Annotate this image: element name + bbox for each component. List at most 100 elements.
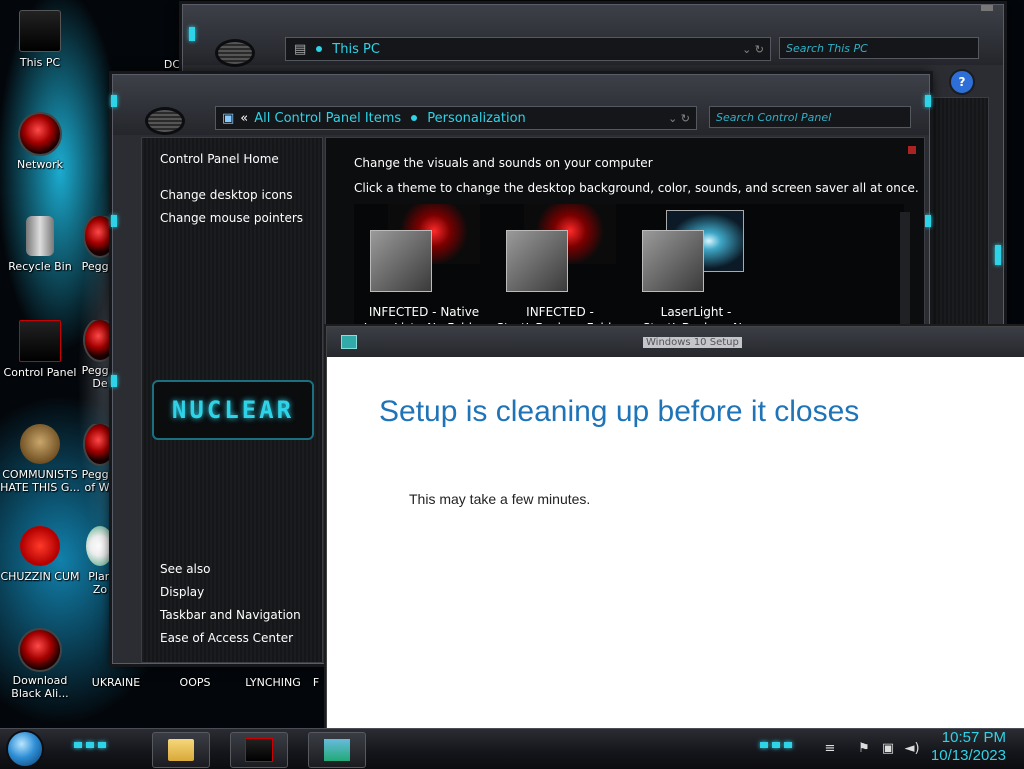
personalization-subheading: Click a theme to change the desktop back… (354, 181, 919, 195)
control-panel-search-input[interactable]: Search Control Panel (709, 106, 911, 128)
ease-of-access-link[interactable]: Ease of Access Center (160, 631, 293, 645)
desktop-icon-label: Download Black Ali... (11, 674, 69, 700)
indicator-light (189, 27, 195, 41)
caption-icon[interactable] (981, 5, 993, 11)
desktop-icon-communists[interactable]: COMMUNISTS HATE THIS G... (0, 424, 80, 494)
peggle-icon (85, 320, 115, 360)
setup-message: This may take a few minutes. (409, 491, 591, 507)
show-hidden-icons[interactable]: ≡ (822, 741, 838, 757)
setup-window-title: Windows 10 Setup (643, 337, 742, 348)
indicator-light (86, 742, 94, 748)
breadcrumb-all-items[interactable]: All Control Panel Items (254, 111, 401, 126)
close-mini-icon[interactable] (908, 146, 916, 154)
nuclear-logo-text: NUCLEAR (171, 396, 295, 424)
indicator-light (111, 95, 117, 107)
theme-preview (626, 204, 766, 300)
personalization-heading: Change the visuals and sounds on your co… (354, 156, 653, 170)
money-bag-icon (20, 424, 60, 464)
desktop-icon-label: Recycle Bin (8, 260, 72, 273)
theme-glass-swatch (506, 230, 568, 292)
theme-glass-swatch (370, 230, 432, 292)
indicator-light (784, 742, 792, 748)
volume-icon[interactable]: ◄) (904, 741, 920, 757)
desktop-icon-control-panel[interactable]: Control Panel (0, 320, 80, 379)
desktop-icon-network[interactable]: Network (0, 114, 80, 171)
back-button[interactable] (145, 107, 185, 135)
indicator-light (760, 742, 768, 748)
taskbar-control-panel[interactable] (230, 732, 288, 768)
start-button[interactable] (8, 732, 42, 766)
breadcrumb-back[interactable]: « (238, 111, 254, 126)
personalization-panel: Change the visuals and sounds on your co… (325, 137, 925, 339)
theme-item[interactable]: INFECTED - Native JumpList - No Folder (354, 204, 494, 336)
theme-item[interactable]: LaserLight - StartIsBack+ - No (626, 204, 766, 336)
chuzzle-icon (20, 526, 60, 566)
control-panel-address-bar[interactable]: ▣ « All Control Panel Items Personalizat… (215, 106, 697, 130)
control-panel-icon (245, 738, 273, 762)
desktop-icon-this-pc[interactable]: This PC (0, 10, 80, 69)
explorer-search-input[interactable]: Search This PC (779, 37, 979, 59)
refresh-icon[interactable]: ⌄ ↻ (668, 112, 696, 125)
refresh-icon[interactable]: ⌄ ↻ (742, 43, 770, 56)
setup-heading: Setup is cleaning up before it closes (379, 395, 860, 428)
desktop-icon-label: This PC (19, 56, 61, 69)
taskbar-file-explorer[interactable] (152, 732, 210, 768)
taskbar-setup[interactable] (308, 732, 366, 768)
taskbar-navigation-link[interactable]: Taskbar and Navigation (160, 608, 301, 622)
desktop-icon-chuzzin[interactable]: CHUZZIN CUM (0, 526, 80, 583)
address-location[interactable]: This PC (324, 42, 388, 57)
display-link[interactable]: Display (160, 585, 204, 599)
desktop-icon-ukraine[interactable]: UKRAINE (76, 676, 156, 689)
separator-dot (316, 46, 323, 52)
folder-icon: ▤ (294, 41, 307, 57)
control-panel-home-link[interactable]: Control Panel Home (160, 152, 279, 166)
control-panel-icon (19, 320, 61, 362)
theme-preview (354, 204, 494, 300)
network-icon (20, 114, 60, 154)
setup-titlebar: Windows 10 Setup (327, 327, 1024, 357)
control-panel-sidebar: Control Panel Home Change desktop icons … (141, 137, 323, 663)
theme-name-line1: INFECTED - (526, 305, 594, 319)
help-icon[interactable]: ? (949, 69, 975, 95)
breadcrumb-personalization[interactable]: Personalization (427, 111, 526, 126)
change-desktop-icons-link[interactable]: Change desktop icons (160, 188, 293, 202)
folder-icon (168, 739, 194, 761)
indicator-light (98, 742, 106, 748)
indicator-light (925, 95, 931, 107)
network-icon[interactable]: ▣ (880, 741, 896, 757)
setup-app-icon (341, 335, 357, 349)
theme-preview (490, 204, 630, 300)
download-icon (20, 630, 60, 670)
setup-icon (324, 739, 350, 761)
indicator-light (925, 215, 931, 227)
theme-name-line1: LaserLight - (660, 305, 732, 319)
back-button[interactable] (215, 39, 255, 67)
clock-date: 10/13/2023 (930, 747, 1006, 764)
indicator-light (772, 742, 780, 748)
recycle-bin-icon (26, 216, 54, 256)
indicator-light (995, 245, 1001, 265)
taskbar: ≡ ⚑ ▣ ◄) 10:57 PM 10/13/2023 (0, 728, 1024, 769)
theme-gallery-scrollbar[interactable] (900, 212, 910, 336)
separator-dot (411, 115, 418, 121)
flower-icon (86, 526, 114, 566)
theme-glass-swatch (642, 230, 704, 292)
desktop-icon-recycle-bin[interactable]: Recycle Bin (0, 216, 80, 273)
theme-item[interactable]: INFECTED - StartIsBack+ - Folder (490, 204, 630, 336)
setup-window: Windows 10 Setup Setup is cleaning up be… (326, 326, 1024, 733)
clock-time: 10:57 PM (941, 729, 1006, 746)
change-mouse-pointers-link[interactable]: Change mouse pointers (160, 211, 303, 225)
desktop-icon-oops[interactable]: OOPS (155, 676, 235, 689)
clock[interactable]: 10:57 PM 10/13/2023 (931, 729, 1006, 765)
desktop-icon-label: Control Panel (3, 366, 77, 379)
desktop-icon-label: Network (17, 158, 63, 171)
flag-icon[interactable]: ⚑ (856, 741, 872, 757)
desktop-icon-download[interactable]: Download Black Ali... (0, 630, 80, 700)
theme-gallery: INFECTED - Native JumpList - No Folder I… (354, 204, 904, 338)
indicator-light (74, 742, 82, 748)
indicator-light (111, 375, 117, 387)
explorer-address-bar[interactable]: ▤ This PC ⌄ ↻ (285, 37, 771, 61)
computer-icon (19, 10, 61, 52)
indicator-light (111, 215, 117, 227)
theme-name-line1: INFECTED - Native (368, 305, 480, 319)
